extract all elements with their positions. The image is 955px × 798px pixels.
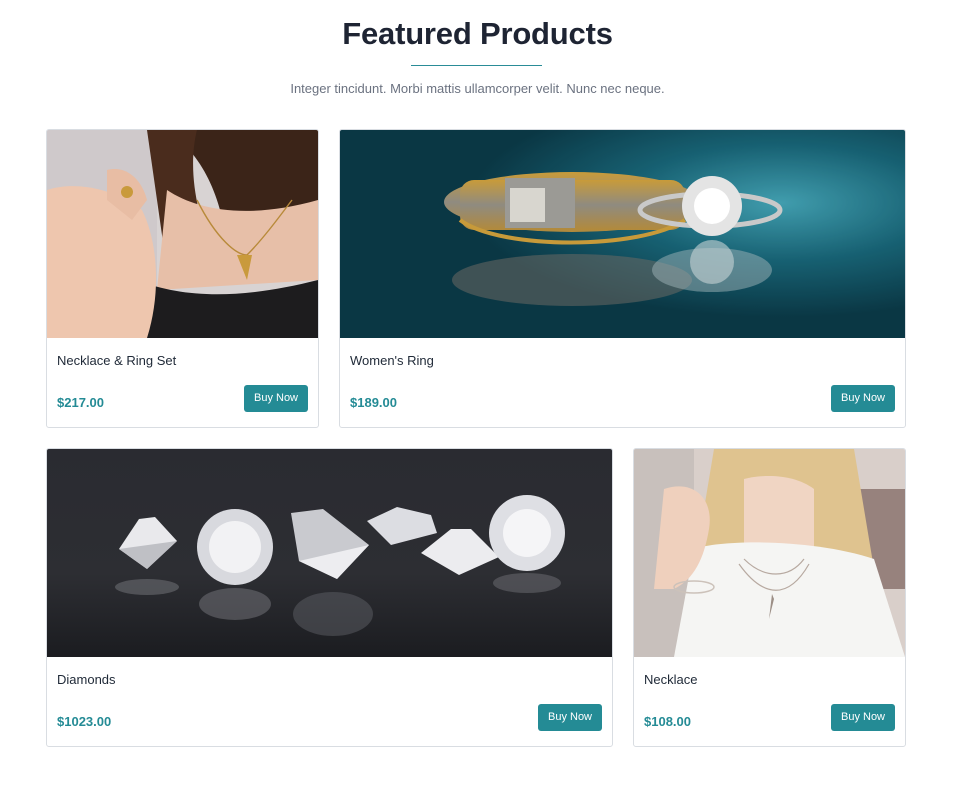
product-price: $1023.00 — [57, 714, 112, 729]
product-card-necklace-ring-set: Necklace & Ring Set $217.00 Buy Now — [46, 129, 319, 428]
product-name[interactable]: Women's Ring — [350, 352, 434, 370]
buy-now-button[interactable]: Buy Now — [244, 385, 308, 412]
product-name[interactable]: Necklace & Ring Set — [57, 352, 176, 370]
product-image-necklace-ring-set[interactable] — [47, 130, 318, 338]
product-name[interactable]: Necklace — [644, 671, 697, 689]
buy-now-button[interactable]: Buy Now — [831, 704, 895, 731]
product-name[interactable]: Diamonds — [57, 671, 116, 689]
featured-products-section: Featured Products Integer tincidunt. Mor… — [0, 0, 955, 798]
product-image-womens-ring[interactable] — [340, 130, 905, 338]
title-divider — [411, 65, 542, 66]
product-price: $189.00 — [350, 395, 397, 410]
product-image-necklace[interactable] — [634, 449, 905, 657]
product-card-diamonds: Diamonds $1023.00 Buy Now — [46, 448, 613, 747]
section-title: Featured Products — [342, 16, 613, 51]
buy-now-button[interactable]: Buy Now — [831, 385, 895, 412]
product-card-necklace: Necklace $108.00 Buy Now — [633, 448, 906, 747]
product-image-diamonds[interactable] — [47, 449, 612, 657]
buy-now-button[interactable]: Buy Now — [538, 704, 602, 731]
product-price: $108.00 — [644, 714, 691, 729]
section-subtitle: Integer tincidunt. Morbi mattis ullamcor… — [290, 81, 665, 96]
product-price: $217.00 — [57, 395, 104, 410]
product-card-womens-ring: Women's Ring $189.00 Buy Now — [339, 129, 906, 428]
